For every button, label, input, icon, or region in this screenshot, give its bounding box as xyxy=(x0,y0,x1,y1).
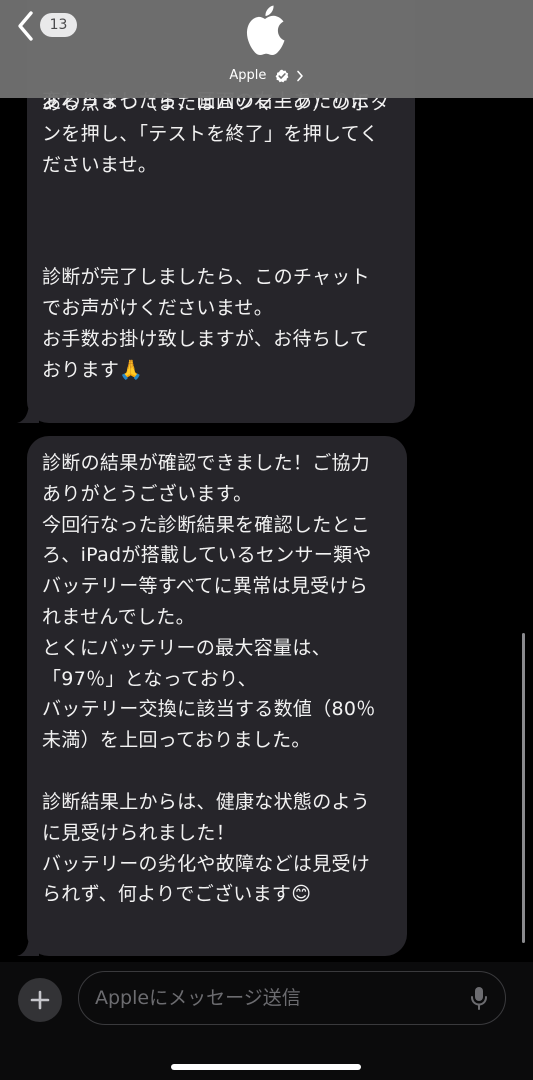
conversation-header: 13 Apple xyxy=(0,0,533,98)
verified-checkmark-icon xyxy=(275,69,289,83)
message-line: 診断が完了しましたら、このチャット xyxy=(42,266,370,289)
message-line: れませんでした。 xyxy=(42,605,195,628)
message-line: バッテリー等すべてに異常は見受けら xyxy=(42,575,369,598)
home-indicator[interactable] xyxy=(171,1064,361,1070)
chevron-right-icon xyxy=(296,70,304,82)
plus-icon xyxy=(30,990,50,1010)
message-paragraph: 診断の結果が確認できました！ご協力 ありがとうございます。 今回行なった診断結果… xyxy=(42,448,397,756)
message-line: に見受けられました！ xyxy=(42,821,236,844)
message-line: られず、何よりでございます😊 xyxy=(42,883,312,906)
message-line: 「97％」となっており、 xyxy=(42,667,257,690)
chevron-left-icon xyxy=(18,11,33,41)
add-attachment-button[interactable] xyxy=(18,978,62,1022)
message-bubble-incoming[interactable]: 診断の結果が確認できました！ご協力 ありがとうございます。 今回行なった診断結果… xyxy=(17,436,407,956)
scroll-indicator[interactable] xyxy=(522,633,525,943)
message-input[interactable]: Appleにメッセージ送信 xyxy=(78,971,506,1025)
message-line: バッテリーの劣化や故障などは見受け xyxy=(42,852,371,875)
unread-count-badge: 13 xyxy=(40,13,77,37)
message-line: ろ、iPadが搭載しているセンサー類や xyxy=(42,544,372,567)
microphone-icon[interactable] xyxy=(470,986,488,1012)
message-paragraph: 診断結果上からは、健康な状態のよう に見受けられました！ バッテリーの劣化や故障… xyxy=(42,787,397,910)
message-line: お手数お掛け致しますが、お待ちして xyxy=(42,327,370,350)
contact-name: Apple xyxy=(229,68,267,83)
message-line: ありがとうございます。 xyxy=(42,482,253,505)
message-line: とくにバッテリーの最大容量は、 xyxy=(42,636,331,659)
back-button[interactable]: 13 xyxy=(16,10,86,44)
message-line: 未満）を上回っておりました。 xyxy=(42,729,311,752)
message-paragraph: 診断が完了しましたら、このチャット でお声がけくださいませ。 お手数お掛け致しま… xyxy=(42,262,403,385)
message-line: 診断の結果が確認できました！ご協力 xyxy=(42,452,371,474)
apple-logo-icon[interactable] xyxy=(241,2,289,58)
message-line: ンを押し、「テストを終了」を押してく xyxy=(42,122,379,145)
conversation-transcript[interactable]: ある点３つ（またはバツマーク）のボタ ンを押し、「テストを終了」を押してく ださ… xyxy=(0,0,533,962)
bubble-tail xyxy=(17,934,39,956)
message-line: ださいませ。 xyxy=(42,153,158,176)
message-line: でお声がけくださいませ。 xyxy=(42,297,274,320)
contact-name-row[interactable]: Apple xyxy=(0,66,533,87)
message-input-placeholder: Appleにメッセージ送信 xyxy=(95,987,301,1009)
message-line: おります🙏 xyxy=(42,358,144,381)
message-line: バッテリー交換に該当する数値（80％ xyxy=(42,698,376,721)
bubble-tail xyxy=(17,401,39,423)
message-line: 診断結果上からは、健康な状態のよう xyxy=(42,790,371,813)
message-line: 今回行なった診断結果を確認したとこ xyxy=(42,513,371,536)
